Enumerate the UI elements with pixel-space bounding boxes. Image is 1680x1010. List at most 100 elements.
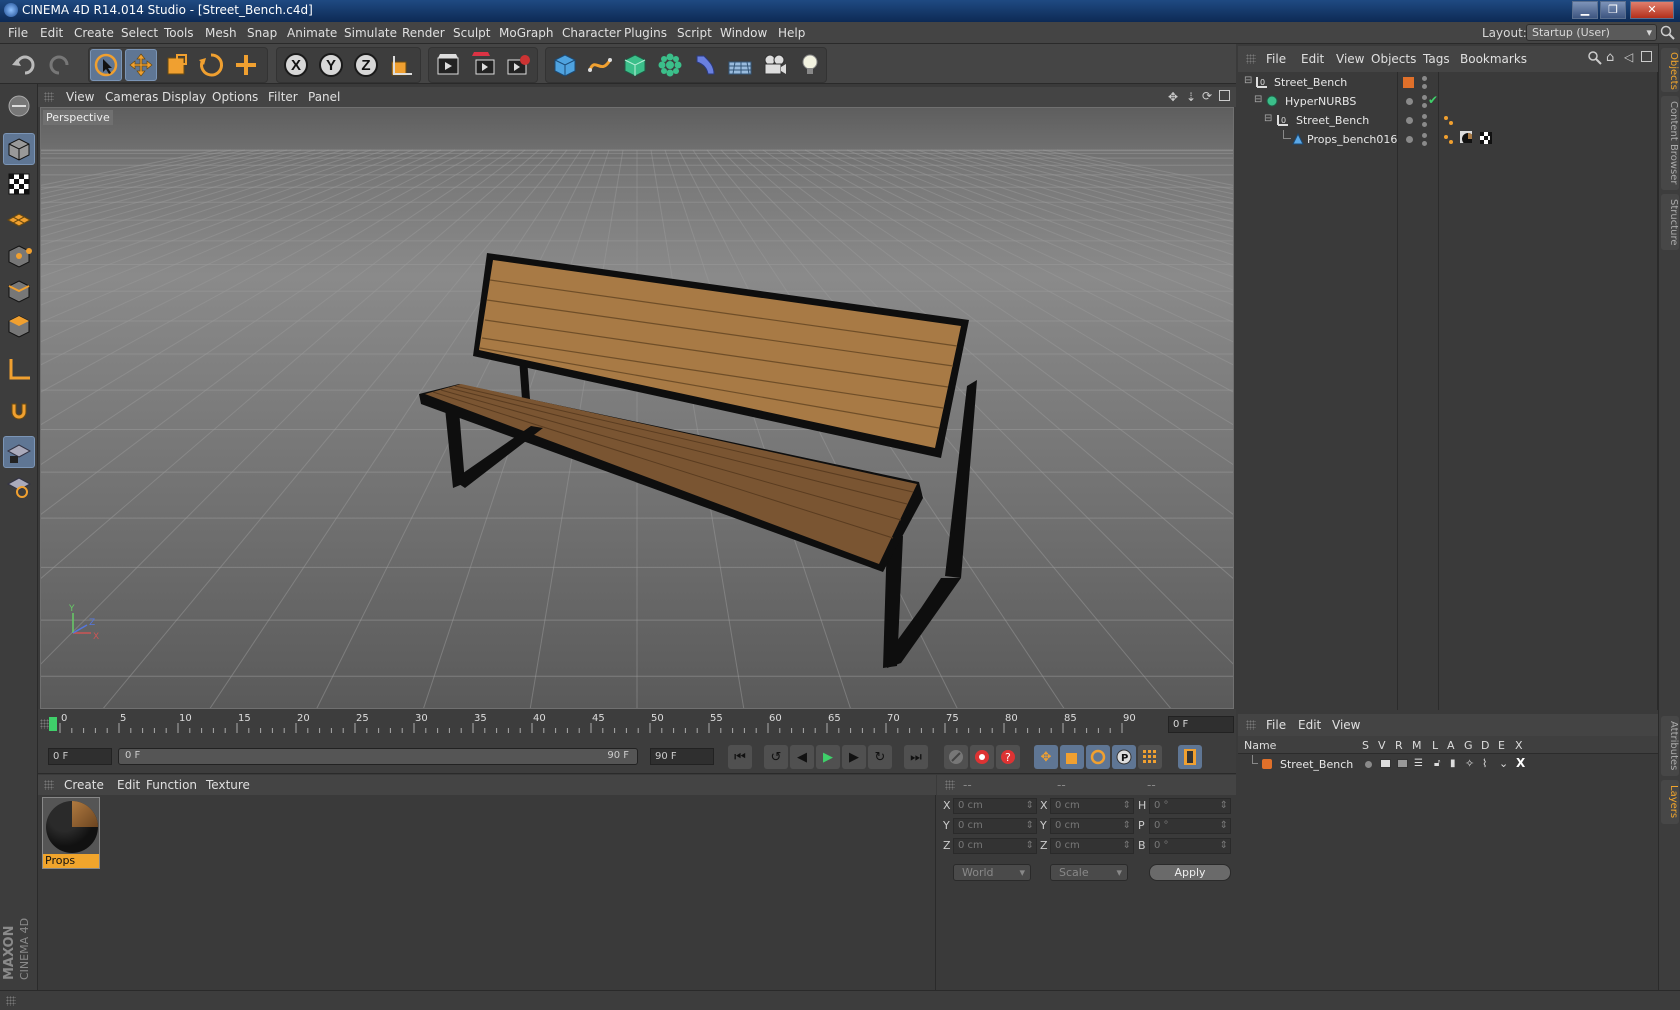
layout-select[interactable]: Startup (User): [1526, 24, 1657, 41]
model-mode-icon[interactable]: [3, 133, 35, 165]
texture-mode-icon[interactable]: [3, 168, 35, 200]
viewport-maximize-icon[interactable]: [1219, 90, 1230, 101]
menu-create[interactable]: Create: [74, 26, 114, 40]
play-icon[interactable]: ▶: [816, 745, 840, 769]
render-to-picture-viewer-icon[interactable]: [467, 49, 499, 81]
key-scale-icon[interactable]: [1060, 745, 1084, 769]
coord-rot-p-field[interactable]: 0 °: [1149, 818, 1231, 834]
timeline-window-icon[interactable]: [1178, 745, 1202, 769]
layer-menu-view[interactable]: View: [1332, 718, 1360, 732]
object-row-street-bench-child[interactable]: ⊟ 0 Street_Bench: [1238, 111, 1658, 130]
object-maximize-icon[interactable]: [1641, 51, 1652, 62]
autokeying-icon[interactable]: [970, 745, 994, 769]
workplane-lock-icon[interactable]: [3, 436, 35, 468]
layer-row-street-bench[interactable]: Street_Bench ☰ 🔓︎ ▮ ✧ ⌇ ⌄ X: [1238, 755, 1658, 774]
render-visibility-dot[interactable]: [1422, 84, 1427, 89]
tab-content-browser[interactable]: Content Browser: [1661, 96, 1679, 190]
menu-mograph[interactable]: MoGraph: [499, 26, 554, 40]
material-menu-function[interactable]: Function: [146, 778, 197, 792]
go-to-start-icon[interactable]: ⏮: [728, 745, 752, 769]
coord-rot-h-field[interactable]: 0 °: [1149, 798, 1231, 814]
object-home-icon[interactable]: ⌂: [1606, 50, 1614, 65]
object-menu-bookmarks[interactable]: Bookmarks: [1460, 52, 1527, 66]
next-keyframe-icon[interactable]: ↻: [868, 745, 892, 769]
timeline-ruler[interactable]: 0 5 10 15 20 25 30 35 40 45 50 55 60 65 70 75 80 85 90 0 F: [38, 709, 1236, 739]
material-thumbnail[interactable]: Props: [42, 797, 100, 869]
preview-range-slider[interactable]: 0 F 90 F: [118, 748, 638, 765]
snap-magnet-icon[interactable]: [3, 395, 35, 427]
key-parameter-icon[interactable]: P: [1112, 745, 1136, 769]
layer-col-name[interactable]: Name: [1244, 739, 1276, 752]
viewport-move-icon[interactable]: ✥: [1168, 90, 1178, 104]
editor-visibility-dot[interactable]: [1422, 95, 1427, 100]
collapse-icon[interactable]: ⊟: [1264, 113, 1272, 124]
planar-workplane-icon[interactable]: [3, 471, 35, 503]
editor-visibility-dot[interactable]: [1422, 76, 1427, 81]
material-menu-texture[interactable]: Texture: [206, 778, 250, 792]
menu-character[interactable]: Character: [562, 26, 621, 40]
viewport-menu-options[interactable]: Options: [212, 90, 258, 104]
layer-generators-icon[interactable]: ✧: [1465, 757, 1474, 770]
layer-render-icon[interactable]: [1397, 759, 1408, 768]
camera-icon[interactable]: [759, 49, 791, 81]
menu-script[interactable]: Script: [677, 26, 712, 40]
layer-col-xref[interactable]: X: [1515, 739, 1523, 752]
panel-grip[interactable]: [945, 780, 955, 790]
layer-color-swatch[interactable]: [1262, 759, 1272, 769]
layer-color-swatch[interactable]: [1403, 77, 1414, 88]
layer-col-manager[interactable]: M: [1412, 739, 1422, 752]
render-view-icon[interactable]: [432, 49, 464, 81]
viewport-menu-display[interactable]: Display: [162, 90, 206, 104]
object-back-icon[interactable]: ◁: [1624, 50, 1633, 64]
object-menu-edit[interactable]: Edit: [1301, 52, 1324, 66]
next-frame-icon[interactable]: ▶: [842, 745, 866, 769]
menu-mesh[interactable]: Mesh: [205, 26, 237, 40]
menu-plugins[interactable]: Plugins: [624, 26, 667, 40]
cube-primitive-icon[interactable]: [549, 49, 581, 81]
key-rotation-icon[interactable]: [1086, 745, 1110, 769]
enabled-check-icon[interactable]: ✔: [1428, 93, 1438, 107]
layer-deformers-icon[interactable]: ⌇: [1482, 757, 1487, 770]
tab-objects[interactable]: Objects: [1661, 48, 1679, 92]
previous-frame-icon[interactable]: ◀: [790, 745, 814, 769]
layer-xref-icon[interactable]: X: [1516, 756, 1525, 770]
material-tag-icon[interactable]: [1460, 131, 1472, 143]
menu-snap[interactable]: Snap: [247, 26, 277, 40]
move-icon[interactable]: [125, 49, 157, 81]
panel-grip[interactable]: [6, 996, 16, 1006]
start-frame-field[interactable]: 0 F: [48, 748, 112, 765]
coord-pos-z-field[interactable]: 0 cm: [953, 838, 1037, 854]
layer-expressions-icon[interactable]: ⌄: [1499, 757, 1508, 770]
light-bulb-icon[interactable]: [794, 49, 826, 81]
viewport-rotate-icon[interactable]: ⟳: [1202, 89, 1212, 103]
object-menu-file[interactable]: File: [1266, 52, 1286, 66]
render-visibility-dot[interactable]: [1422, 103, 1427, 108]
coordinate-mode-select[interactable]: World: [953, 864, 1031, 881]
viewport-menu-filter[interactable]: Filter: [268, 90, 298, 104]
apply-button[interactable]: Apply: [1149, 864, 1231, 881]
previous-keyframe-icon[interactable]: ↺: [764, 745, 788, 769]
deformer-bend-icon[interactable]: [689, 49, 721, 81]
phong-tag-icon[interactable]: [1442, 133, 1454, 145]
workplane-mode-icon[interactable]: [3, 203, 35, 235]
keyframe-selection-icon[interactable]: ?: [996, 745, 1020, 769]
object-search-icon[interactable]: [1588, 51, 1602, 68]
phong-tag-icon[interactable]: [1442, 114, 1454, 126]
object-menu-view[interactable]: View: [1336, 52, 1364, 66]
live-selection-icon[interactable]: [90, 49, 122, 81]
tab-structure[interactable]: Structure: [1661, 194, 1679, 250]
material-menu-create[interactable]: Create: [64, 778, 104, 792]
layer-col-view[interactable]: V: [1378, 739, 1386, 752]
menu-render[interactable]: Render: [402, 26, 445, 40]
undo-icon[interactable]: [8, 49, 40, 81]
redo-icon[interactable]: [44, 49, 76, 81]
viewport-menu-view[interactable]: View: [66, 90, 94, 104]
render-settings-icon[interactable]: [502, 49, 534, 81]
scale-icon[interactable]: [161, 49, 193, 81]
material-menu-edit[interactable]: Edit: [117, 778, 140, 792]
coord-size-x-field[interactable]: 0 cm: [1050, 798, 1134, 814]
key-position-icon[interactable]: ✥: [1034, 745, 1058, 769]
layer-col-solo[interactable]: S: [1362, 739, 1369, 752]
render-visibility-dot[interactable]: [1422, 141, 1427, 146]
menu-help[interactable]: Help: [778, 26, 805, 40]
